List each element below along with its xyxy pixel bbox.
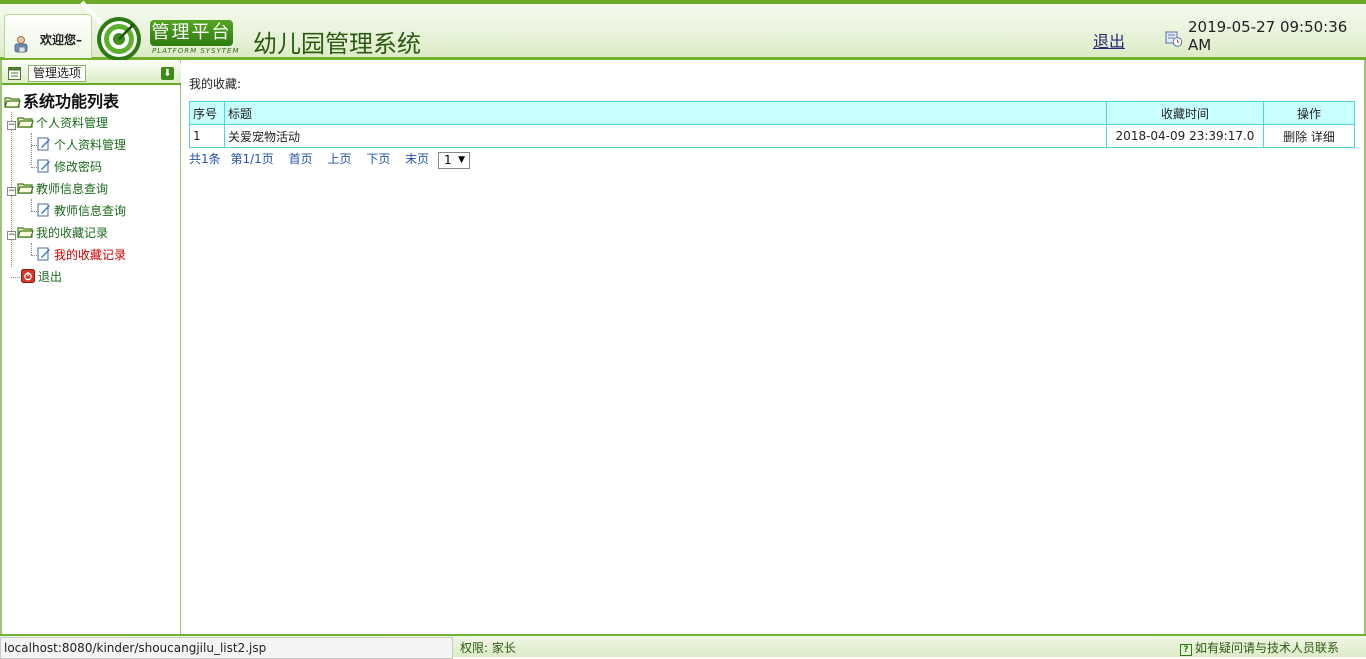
pager-prev[interactable]: 上页 <box>327 152 351 166</box>
sidebar-item-my-favorites[interactable]: 我的收藏记录 <box>37 245 126 265</box>
favorites-table: 序号 标题 收藏时间 操作 1 关爱宠物活动 2018-04-09 23:39:… <box>189 101 1355 148</box>
sidebar-item-label[interactable]: 我的收藏记录 <box>54 248 126 262</box>
tree-guide <box>11 277 20 278</box>
tree-guide <box>31 199 32 211</box>
edit-page-icon <box>37 203 50 217</box>
user-icon <box>14 36 28 53</box>
collapse-toggle-icon[interactable]: − <box>7 121 16 130</box>
column-header-time: 收藏时间 <box>1106 101 1264 125</box>
cell-actions: 删除 详细 <box>1263 124 1355 148</box>
chevron-down-icon: ▼ <box>458 155 465 165</box>
tree-group-profile[interactable]: − 个人资料管理 <box>7 113 108 133</box>
datetime: 2019-05-27 09:50:36 AM <box>1188 18 1348 54</box>
pagination: 共1条 第1/1页 首页 上页 下页 末页 1 ▼ <box>189 150 470 169</box>
role-info: 权限: 家长 <box>460 641 516 655</box>
sidebar-bar: 管理选项 ⬇ <box>2 63 181 85</box>
edit-page-icon <box>37 247 50 261</box>
sidebar-item-teacher-query[interactable]: 教师信息查询 <box>37 201 126 221</box>
sidebar-item-label[interactable]: 个人资料管理 <box>54 138 126 152</box>
welcome-tab: 欢迎您– <box>4 14 92 58</box>
detail-link[interactable]: 详细 <box>1311 130 1335 144</box>
cell-index: 1 <box>189 124 225 148</box>
pager-total: 共1条 <box>189 152 221 166</box>
platform-badge: 管理平台 <box>150 20 233 46</box>
welcome-text: 欢迎您– <box>40 33 83 47</box>
sidebar-item-profile[interactable]: 个人资料管理 <box>37 135 126 155</box>
cell-title: 关爱宠物活动 <box>224 124 1107 148</box>
open-folder-icon <box>17 117 34 128</box>
sidebar: 管理选项 ⬇ 系统功能列表 − 个人资料管理 个人资料管理 修改密码 − 教师信… <box>0 60 181 634</box>
tree-root-label: 系统功能列表 <box>23 92 120 111</box>
table-header-row: 序号 标题 收藏时间 操作 <box>189 101 1355 125</box>
tree-group-teachers[interactable]: − 教师信息查询 <box>7 179 108 199</box>
sidebar-item-label[interactable]: 退出 <box>38 270 62 284</box>
status-url: localhost:8080/kinder/shoucangjilu_list2… <box>0 637 453 659</box>
sidebar-item-logout[interactable]: 退出 <box>21 267 62 287</box>
help-info: ? 如有疑问请与技术人员联系 <box>1179 639 1339 656</box>
open-folder-icon <box>17 227 34 238</box>
open-folder-icon <box>4 97 21 108</box>
page-select-value: 1 <box>444 153 452 167</box>
platform-badge-subtitle: PLATFORM SYSYTEM <box>152 47 240 55</box>
pager-last[interactable]: 末页 <box>405 152 429 166</box>
pager-page-info: 第1/1页 <box>230 152 274 166</box>
help-icon: ? <box>1179 644 1192 656</box>
main-content: 我的收藏: 序号 标题 收藏时间 操作 1 关爱宠物活动 2018-04-09 … <box>181 60 1366 634</box>
pager-first[interactable]: 首页 <box>289 152 313 166</box>
table-row: 1 关爱宠物活动 2018-04-09 23:39:17.0 删除 详细 <box>189 124 1355 148</box>
page-title: 我的收藏: <box>189 77 242 91</box>
column-header-actions: 操作 <box>1263 101 1355 125</box>
edit-page-icon <box>37 137 50 151</box>
collapse-toggle-icon[interactable]: − <box>7 231 16 240</box>
site-title: 幼儿园管理系统 <box>253 30 421 58</box>
help-text: 如有疑问请与技术人员联系 <box>1194 641 1339 655</box>
edit-page-icon <box>37 159 50 173</box>
column-header-title: 标题 <box>224 101 1107 125</box>
tree-group-label[interactable]: 教师信息查询 <box>36 182 108 196</box>
sidebar-item-label[interactable]: 教师信息查询 <box>54 204 126 218</box>
column-header-index: 序号 <box>189 101 225 125</box>
pager-next[interactable]: 下页 <box>366 152 390 166</box>
target-logo-icon <box>97 17 141 61</box>
sidebar-title: 管理选项 <box>28 65 87 82</box>
cell-time: 2018-04-09 23:39:17.0 <box>1106 124 1264 148</box>
clock-icon <box>1165 31 1183 47</box>
tree-group-favorites[interactable]: − 我的收藏记录 <box>7 223 108 243</box>
tree-group-label[interactable]: 我的收藏记录 <box>36 226 108 240</box>
collapse-toggle-icon[interactable]: − <box>7 187 16 196</box>
sidebar-item-change-password[interactable]: 修改密码 <box>37 157 102 177</box>
footer: localhost:8080/kinder/shoucangjilu_list2… <box>0 634 1366 659</box>
header-logout-link[interactable]: 退出 <box>1093 28 1125 52</box>
page-select[interactable]: 1 ▼ <box>438 152 470 169</box>
header: 欢迎您– 管理平台 PLATFORM SYSYTEM 幼儿园管理系统 退出 20… <box>0 0 1366 61</box>
collapse-arrow-icon[interactable]: ⬇ <box>161 67 174 80</box>
open-folder-icon <box>17 183 34 194</box>
tree-guide <box>31 243 32 255</box>
tree-guide <box>31 133 32 165</box>
tree-root: 系统功能列表 <box>4 92 119 112</box>
power-icon <box>21 269 35 283</box>
delete-link[interactable]: 删除 <box>1283 130 1307 144</box>
sidebar-item-label[interactable]: 修改密码 <box>54 160 102 174</box>
calendar-icon <box>8 67 21 80</box>
tree-group-label[interactable]: 个人资料管理 <box>36 116 108 130</box>
